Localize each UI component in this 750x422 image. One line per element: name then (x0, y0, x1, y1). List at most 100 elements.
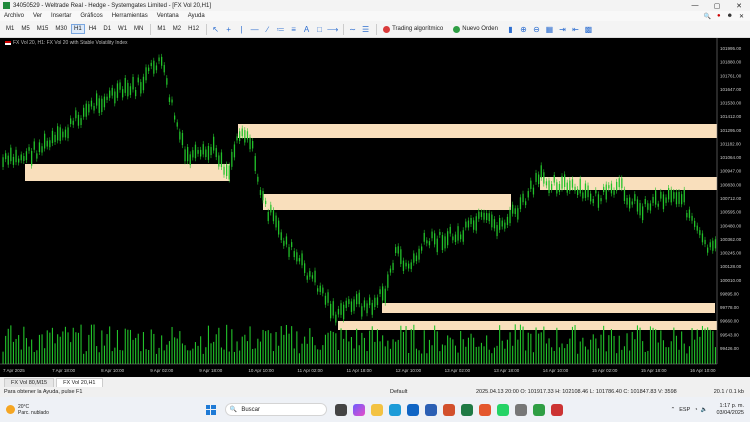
brave-icon[interactable] (478, 403, 491, 416)
volume-bar (564, 348, 566, 364)
zoom-out-icon[interactable]: ⊖ (531, 24, 542, 35)
tf-extra-m2[interactable]: M2 (170, 24, 184, 34)
candle (400, 249, 402, 265)
taskbar-search[interactable]: 🔍 Buscar (224, 403, 327, 416)
windows-start-icon[interactable] (205, 404, 216, 415)
candle (317, 288, 319, 292)
tab-fx-vol-80[interactable]: FX Vol 80,M15 (4, 378, 55, 387)
zoom-in-icon[interactable]: ⊕ (518, 24, 529, 35)
tf-extra-h12[interactable]: H12 (185, 24, 202, 34)
menu-ver[interactable]: Ver (33, 13, 42, 19)
copilot-icon[interactable] (352, 403, 365, 416)
notification-icon[interactable]: ● (717, 13, 721, 20)
tf-m15[interactable]: M15 (34, 24, 52, 34)
candle (712, 240, 714, 251)
tf-h1[interactable]: H1 (71, 24, 85, 34)
settings-icon[interactable] (514, 403, 527, 416)
volume-bar (137, 333, 139, 364)
tf-d1[interactable]: D1 (100, 24, 114, 34)
menu-archivo[interactable]: Archivo (4, 13, 24, 19)
fibonacci-icon[interactable]: ≡ (288, 24, 299, 35)
menu-ventana[interactable]: Ventana (157, 13, 179, 19)
candle (44, 133, 46, 149)
tab-fx-vol-20[interactable]: FX Vol 20,H1 (56, 378, 103, 387)
text-tool-icon[interactable]: A (301, 24, 312, 35)
candle (293, 251, 295, 258)
chart-type-icon[interactable]: ☰ (360, 24, 371, 35)
outlook-icon[interactable] (406, 403, 419, 416)
volume-bar (392, 339, 394, 364)
menu-insertar[interactable]: Insertar (51, 13, 71, 19)
tf-m1[interactable]: M1 (3, 24, 17, 34)
search-icon[interactable]: 🔍 (704, 13, 711, 20)
edge-icon[interactable] (388, 403, 401, 416)
volume-bar (62, 331, 64, 364)
candle (345, 300, 347, 308)
whatsapp-icon[interactable] (496, 403, 509, 416)
candle (655, 190, 657, 205)
new-order-button[interactable]: Nuevo Orden (450, 25, 501, 34)
channel-icon[interactable]: ≔ (275, 24, 286, 35)
volume-bar (231, 329, 233, 364)
tf-w1[interactable]: W1 (115, 24, 130, 34)
arrow-icon[interactable]: ⟶ (327, 24, 338, 35)
menu-herramientas[interactable]: Herramientas (112, 13, 148, 19)
volume-bar (410, 329, 412, 364)
minimize-button[interactable]: — (684, 2, 706, 10)
volume-bar (239, 350, 241, 364)
tile-windows-icon[interactable]: ▦ (544, 24, 555, 35)
volume-bar (626, 333, 628, 364)
word-icon[interactable] (424, 403, 437, 416)
metatrader-icon[interactable] (532, 403, 545, 416)
shapes-icon[interactable]: □ (314, 24, 325, 35)
tf-m30[interactable]: M30 (52, 24, 70, 34)
maximize-button[interactable]: ▢ (706, 2, 728, 10)
candle (582, 192, 584, 199)
candle (647, 203, 649, 210)
volume-bar (275, 332, 277, 364)
media-icon[interactable] (550, 403, 563, 416)
candle (506, 216, 509, 226)
candle (478, 211, 480, 219)
file-explorer-icon[interactable] (370, 403, 383, 416)
cursor-icon[interactable]: ↖ (210, 24, 221, 35)
candle (397, 246, 399, 254)
algo-trading-button[interactable]: Trading algorítmico (380, 25, 446, 34)
close-button[interactable]: ✕ (728, 2, 750, 10)
candle (413, 253, 415, 263)
candles-icon[interactable]: ▮ (505, 24, 516, 35)
volume-bar (491, 353, 493, 364)
volume-bar (5, 335, 7, 364)
wifi-icon[interactable]: ◔ (694, 407, 697, 413)
price-chart-svg[interactable]: 101995.00 101880.00 101761.00 101647.00 1015… (0, 38, 750, 377)
price-tick-label: 100128.00 (720, 264, 742, 269)
weather-widget[interactable]: 20°C Parc. nublado (6, 404, 49, 416)
autoscroll-icon[interactable]: ⇥ (557, 24, 568, 35)
clock[interactable]: 1:17 p. m. 03/04/2025 (716, 403, 744, 417)
indicators-icon[interactable]: ∼ (347, 24, 358, 35)
volume-bar (488, 349, 490, 364)
vertical-line-icon[interactable]: | (236, 24, 247, 35)
tf-extra-m1[interactable]: M1 (154, 24, 168, 34)
candle (639, 203, 641, 216)
account-icon[interactable]: ☻ (727, 13, 733, 20)
trendline-icon[interactable]: ∕ (262, 24, 273, 35)
tf-m5[interactable]: M5 (18, 24, 32, 34)
crosshair-icon[interactable]: + (223, 24, 234, 35)
tray-lang[interactable]: ESP (679, 407, 690, 413)
volume-icon[interactable]: 🔈 (701, 407, 708, 413)
chart-shift-icon[interactable]: ⇤ (570, 24, 581, 35)
tf-h4[interactable]: H4 (86, 24, 100, 34)
grid-icon[interactable]: ▩ (583, 24, 594, 35)
tray-chevron-icon[interactable]: ⌃ (671, 407, 676, 413)
excel-icon[interactable] (460, 403, 473, 416)
horizontal-line-icon[interactable]: — (249, 24, 260, 35)
price-chart[interactable]: 101995.00 101880.00 101761.00 101647.00 1015… (0, 38, 750, 377)
task-view-icon[interactable] (334, 403, 347, 416)
inner-close-icon[interactable]: ✕ (739, 13, 744, 20)
menu-ayuda[interactable]: Ayuda (188, 13, 205, 19)
tf-mn[interactable]: MN (131, 24, 146, 34)
menu-graficos[interactable]: Gráficos (80, 13, 102, 19)
powerpoint-icon[interactable] (442, 403, 455, 416)
candle (101, 98, 103, 113)
